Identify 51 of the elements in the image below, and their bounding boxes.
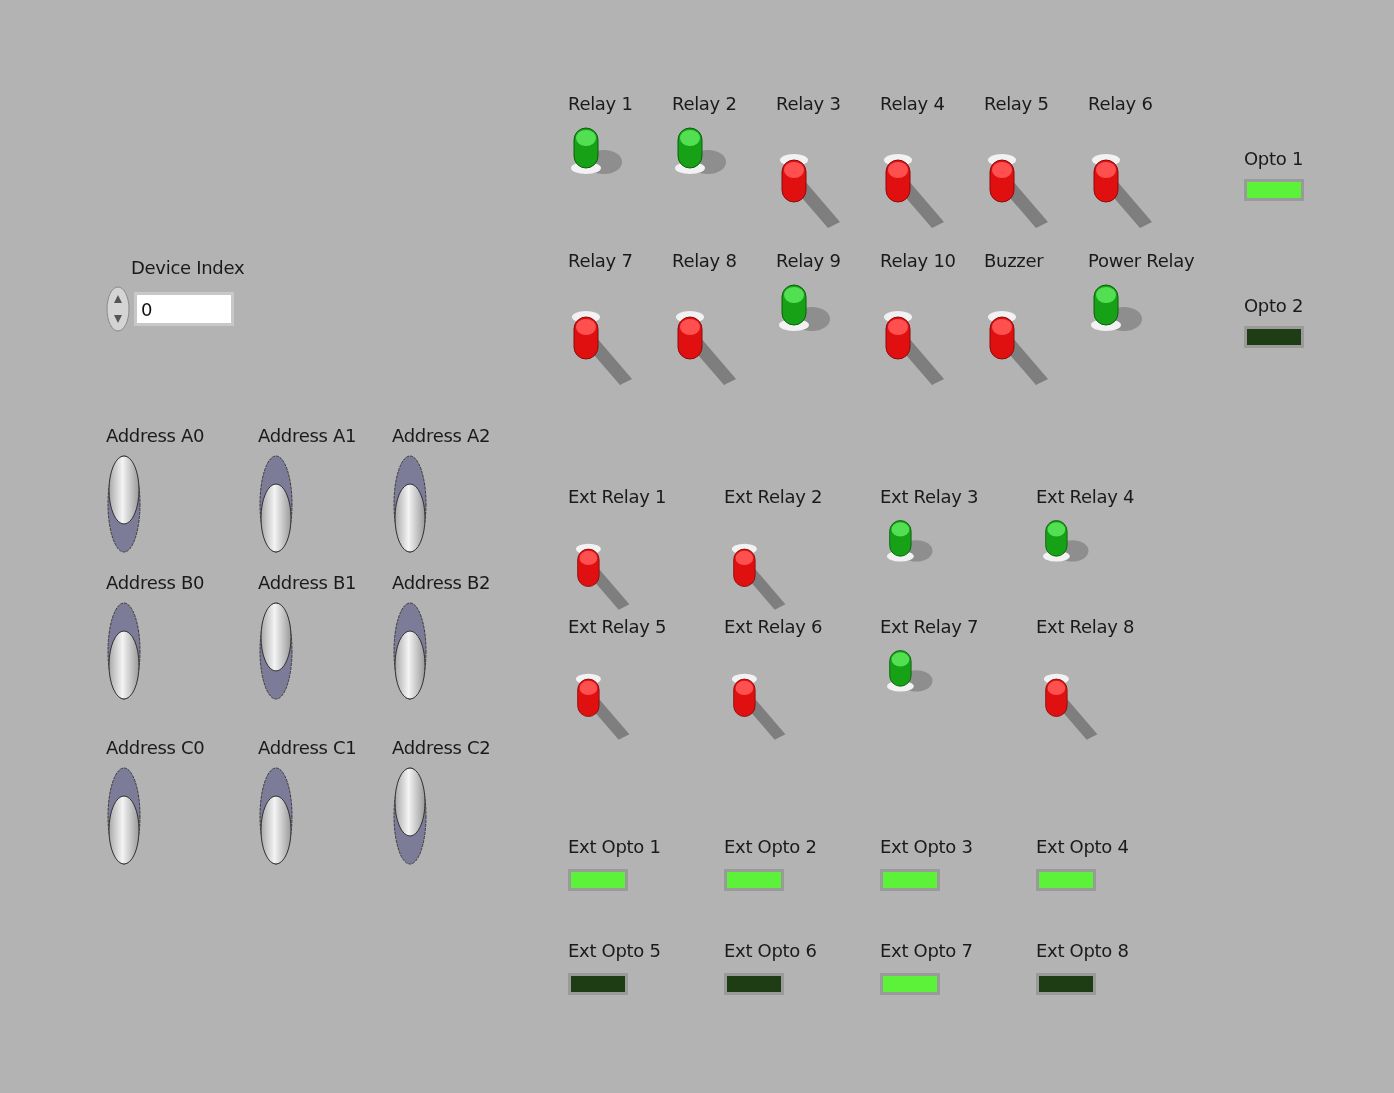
switch-label: Address B1 bbox=[258, 571, 358, 595]
switch-label: Address B0 bbox=[106, 571, 206, 595]
switch-label: Buzzer bbox=[984, 249, 1045, 273]
vertical-switch[interactable] bbox=[258, 601, 294, 701]
vertical-switch[interactable] bbox=[258, 766, 294, 866]
switch-label: Ext Relay 4 bbox=[1036, 485, 1136, 509]
indicator-label: Ext Opto 8 bbox=[1036, 939, 1130, 963]
switch-label: Ext Relay 6 bbox=[724, 615, 824, 639]
switch-label: Address A2 bbox=[392, 424, 492, 448]
switch-label: Ext Relay 7 bbox=[880, 615, 980, 639]
switch-label: Relay 1 bbox=[568, 92, 634, 116]
switch-label: Address A0 bbox=[106, 424, 206, 448]
vertical-switch[interactable] bbox=[392, 601, 428, 701]
vertical-switch[interactable] bbox=[106, 601, 142, 701]
indicator-label: Ext Opto 5 bbox=[568, 939, 662, 963]
switch-label: Relay 8 bbox=[672, 249, 738, 273]
vertical-switch[interactable] bbox=[106, 454, 142, 554]
switch-label: Relay 2 bbox=[672, 92, 738, 116]
switch-label: Address A1 bbox=[258, 424, 358, 448]
vertical-switch[interactable] bbox=[258, 454, 294, 554]
switch-label: Power Relay bbox=[1088, 249, 1192, 273]
indicator-label: Ext Opto 1 bbox=[568, 835, 662, 859]
indicator-label: Ext Opto 7 bbox=[880, 939, 974, 963]
switch-label: Ext Relay 2 bbox=[724, 485, 824, 509]
switch-label: Address C0 bbox=[106, 736, 206, 760]
switch-label: Ext Relay 8 bbox=[1036, 615, 1136, 639]
indicator-label: Opto 1 bbox=[1244, 147, 1304, 171]
switch-label: Relay 5 bbox=[984, 92, 1050, 116]
switch-label: Address B2 bbox=[392, 571, 492, 595]
switch-label: Relay 3 bbox=[776, 92, 842, 116]
vertical-switch[interactable] bbox=[392, 454, 428, 554]
vertical-switch[interactable] bbox=[106, 766, 142, 866]
switch-label: Ext Relay 1 bbox=[568, 485, 668, 509]
switch-label: Relay 7 bbox=[568, 249, 634, 273]
indicator-label: Opto 2 bbox=[1244, 294, 1304, 318]
vertical-switch[interactable] bbox=[392, 766, 428, 866]
indicator-label: Ext Opto 6 bbox=[724, 939, 818, 963]
switch-label: Relay 6 bbox=[1088, 92, 1154, 116]
switch-label: Relay 10 bbox=[880, 249, 957, 273]
numeric-field[interactable]: 0 bbox=[134, 292, 234, 326]
field-label: Device Index bbox=[131, 256, 246, 280]
switch-label: Ext Relay 3 bbox=[880, 485, 980, 509]
indicator-label: Ext Opto 3 bbox=[880, 835, 974, 859]
indicator-label: Ext Opto 4 bbox=[1036, 835, 1130, 859]
switch-label: Address C2 bbox=[392, 736, 492, 760]
switch-label: Relay 4 bbox=[880, 92, 946, 116]
switch-label: Address C1 bbox=[258, 736, 358, 760]
spin-arrows-icon[interactable] bbox=[106, 286, 130, 332]
switch-label: Ext Relay 5 bbox=[568, 615, 668, 639]
indicator-label: Ext Opto 2 bbox=[724, 835, 818, 859]
switch-label: Relay 9 bbox=[776, 249, 842, 273]
